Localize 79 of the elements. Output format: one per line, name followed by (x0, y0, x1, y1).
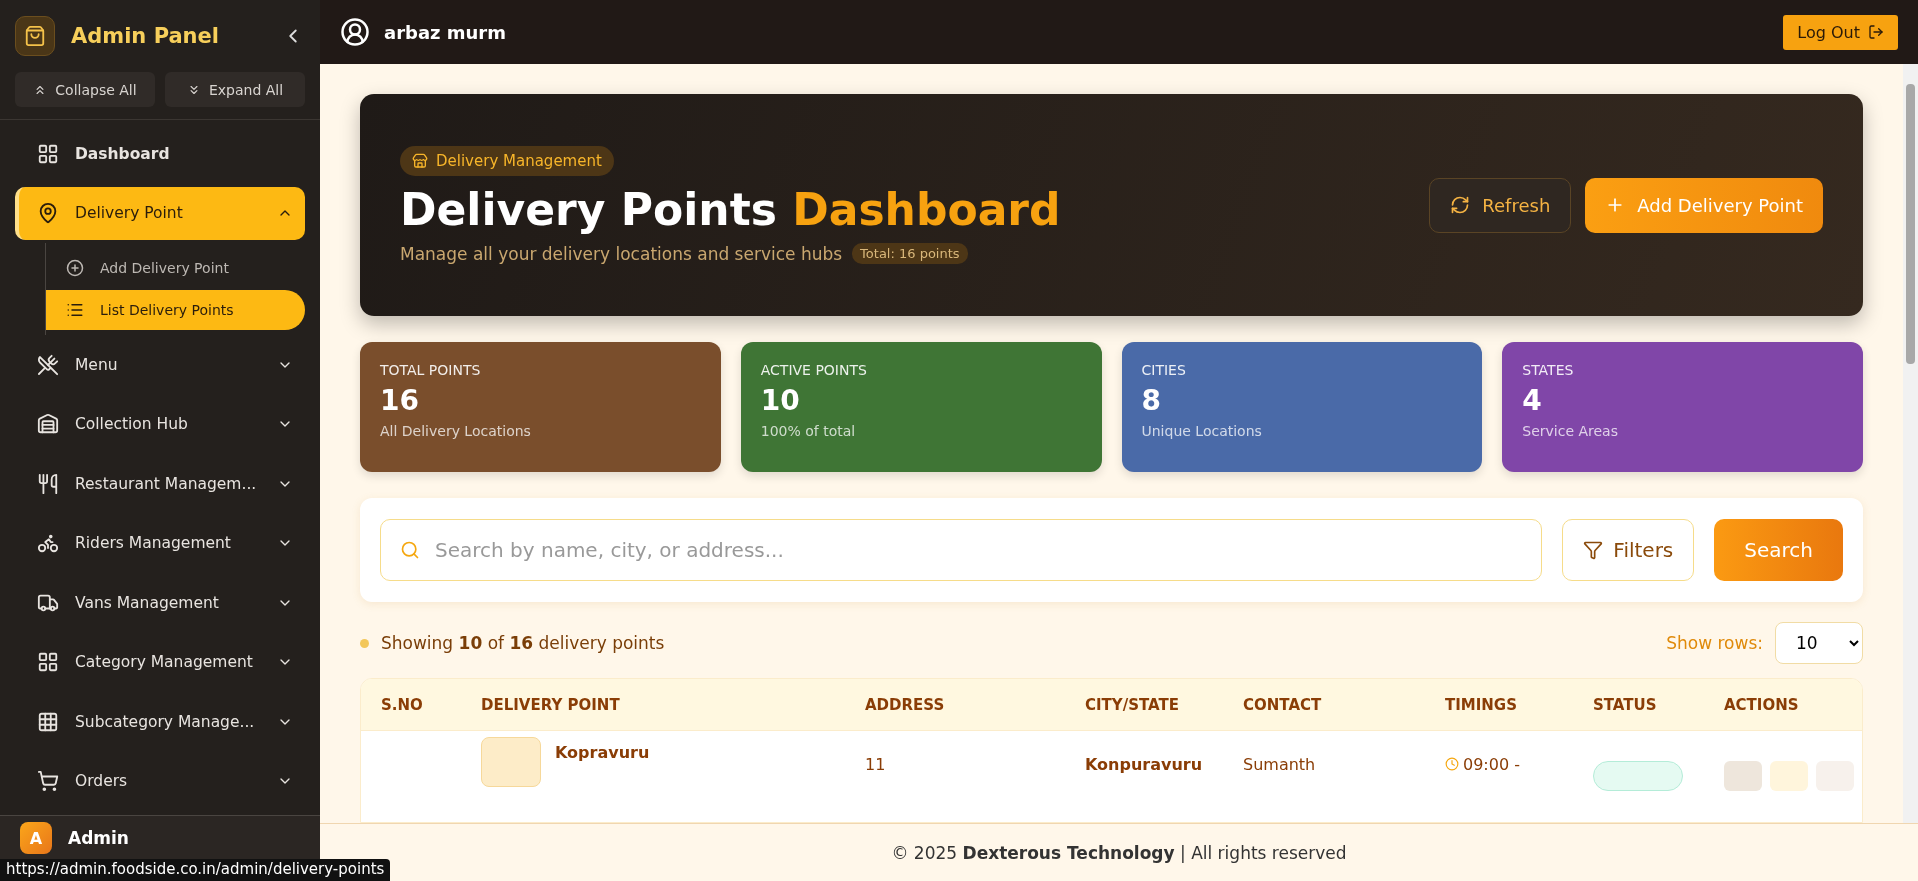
point-thumbnail (481, 737, 541, 787)
sidebar-item[interactable]: Delivery Point (15, 186, 305, 241)
footer-text: © 2025 Dexterous Technology | All rights reserved (891, 842, 1347, 863)
sidebar-subitem[interactable]: List Delivery Points (46, 290, 305, 331)
sidebar-item-icon (37, 413, 59, 436)
sidebar-item-icon (37, 710, 59, 733)
username: arbaz murm (384, 21, 507, 43)
page-subtitle: Manage all your delivery locations and service hubs (400, 243, 843, 264)
column-header: ACTIONS (1724, 695, 1800, 714)
sidebar-item[interactable]: Vans Management (15, 573, 305, 633)
column-header: S.NO (381, 695, 424, 714)
sidebar-item-icon (37, 202, 59, 225)
stat-caption: Unique Locations (1141, 423, 1263, 439)
refresh-icon (1450, 195, 1471, 215)
rows-label: Show rows: (1666, 633, 1763, 653)
user-avatar: A (20, 822, 52, 854)
sidebar-item[interactable]: Subcategory Manage... (15, 692, 305, 752)
sidebar-item[interactable]: Riders Management (15, 513, 305, 574)
column-header: DELIVERY POINT (481, 695, 621, 714)
results-summary: Showing 10 of 16 delivery points (381, 633, 665, 653)
table-cell-text: Kopravuru (555, 742, 650, 762)
sidebar-item-icon (37, 472, 59, 495)
logo-icon (15, 16, 55, 56)
sidebar-item[interactable]: Orders (15, 751, 305, 812)
user-name: Admin (68, 827, 129, 850)
app-title: Admin Panel (71, 24, 220, 48)
table-cell-text: Sumanth (1243, 753, 1317, 774)
stat-label: ACTIVE POINTS (760, 362, 868, 378)
table-cell: 09:00 - (1463, 754, 1520, 774)
section-badge: Delivery Management (400, 146, 614, 176)
stat-caption: All Delivery Locations (380, 423, 532, 439)
user-icon (340, 17, 370, 47)
clock-icon (1445, 757, 1459, 771)
sidebar-subitem[interactable]: Add Delivery Point (46, 248, 305, 289)
scrollbar[interactable] (1903, 64, 1918, 823)
stat-label: CITIES (1141, 362, 1187, 378)
logout-icon (1868, 24, 1884, 40)
stat-label: STATES (1522, 362, 1575, 378)
logout-button[interactable]: Log Out (1783, 14, 1898, 50)
page-title: Delivery Points Dashboard (400, 184, 1062, 235)
sidebar-item-icon (37, 770, 59, 793)
sidebar-subitem-icon (66, 259, 84, 278)
stat-label: TOTAL POINTS (380, 362, 482, 378)
collapse-all-button[interactable]: Collapse All (15, 72, 155, 107)
stat-caption: 100% of total (760, 423, 857, 439)
table-cell-text: Konpuravuru (1085, 753, 1204, 774)
status-dot (360, 638, 369, 648)
column-header: CONTACT (1243, 695, 1323, 714)
column-header: TIMINGS (1445, 695, 1518, 714)
column-header: ADDRESS (865, 695, 946, 714)
action-button[interactable] (1770, 761, 1808, 791)
sidebar-item[interactable]: Dashboard (15, 124, 305, 184)
filter-icon (1583, 540, 1604, 560)
action-button[interactable] (1724, 761, 1762, 791)
sidebar-item[interactable]: Restaurant Managem... (15, 454, 305, 514)
sidebar-item-icon (37, 651, 59, 674)
table-cell-text: 11 (865, 753, 887, 774)
rows-select[interactable]: 10 (1775, 622, 1863, 664)
stat-value: 4 (1522, 384, 1543, 417)
sidebar-item-icon (37, 142, 59, 165)
sidebar-item-icon (37, 532, 59, 555)
column-header: CITY/STATE (1085, 695, 1180, 714)
total-badge: Total: 16 points (852, 243, 968, 264)
browser-status-url: https://admin.foodside.co.in/admin/delivery-points (0, 859, 391, 881)
expand-all-button[interactable]: Expand All (165, 72, 305, 107)
stat-value: 8 (1141, 384, 1162, 417)
stat-value: 16 (380, 384, 420, 417)
search-icon (400, 540, 420, 560)
refresh-button[interactable]: Refresh (1429, 177, 1572, 233)
sidebar-item[interactable]: Collection Hub (15, 394, 305, 455)
stat-value: 10 (760, 384, 801, 417)
sidebar-item-icon (37, 353, 59, 376)
sidebar-item[interactable]: Menu (15, 335, 305, 395)
column-header: STATUS (1593, 695, 1658, 714)
sidebar-item[interactable]: Category Management (15, 632, 305, 693)
stat-caption: Service Areas (1522, 423, 1619, 439)
store-icon (412, 153, 428, 169)
filters-button[interactable]: Filters (1562, 519, 1695, 581)
search-field[interactable]: Search by name, city, or address... (380, 519, 1543, 581)
